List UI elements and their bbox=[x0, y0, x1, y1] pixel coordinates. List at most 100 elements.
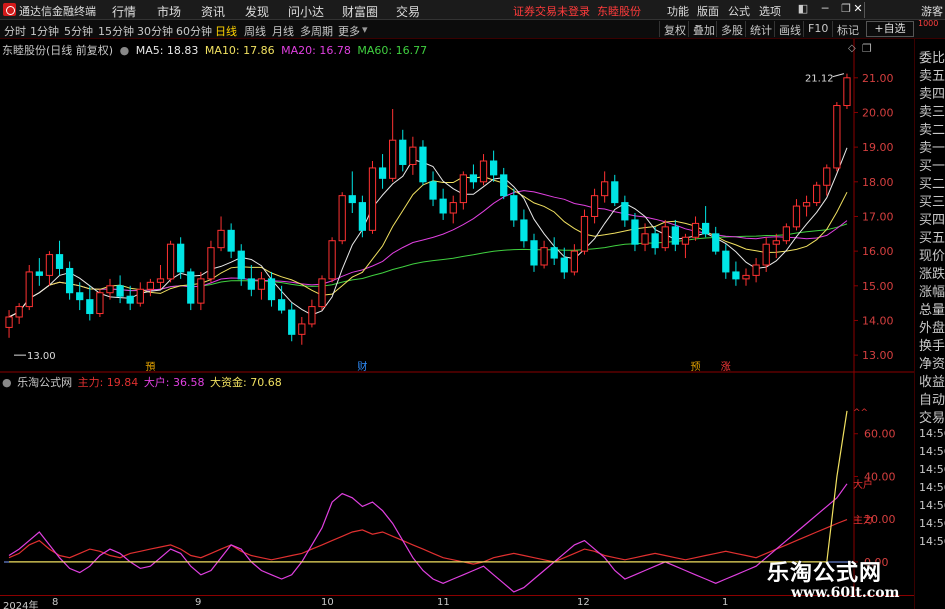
side-item[interactable]: 买一 bbox=[919, 155, 945, 174]
candle-body bbox=[126, 295, 134, 304]
side-item[interactable]: 现价 bbox=[919, 245, 945, 264]
high-pointer bbox=[832, 73, 845, 78]
candle-body bbox=[762, 243, 770, 266]
candle-body bbox=[409, 146, 417, 165]
price-tick-label: 13.00 bbox=[862, 349, 894, 362]
price-tick-label: 21.00 bbox=[862, 72, 894, 85]
candle-body bbox=[510, 195, 518, 221]
menu-item-assistant[interactable]: 问小达 bbox=[288, 3, 324, 20]
add-watchlist-button[interactable]: +自选 bbox=[866, 21, 914, 37]
period-5min[interactable]: 5分钟 bbox=[64, 23, 93, 39]
mark-button[interactable]: 标记 bbox=[832, 21, 862, 37]
period-30min[interactable]: 30分钟 bbox=[137, 23, 173, 39]
adjust-button[interactable]: 复权 bbox=[659, 21, 689, 37]
menu-item-function[interactable]: 功能 bbox=[667, 3, 689, 19]
side-item[interactable]: 收益 bbox=[919, 371, 945, 390]
period-15min[interactable]: 15分钟 bbox=[98, 23, 134, 39]
candle-body bbox=[792, 205, 801, 228]
period-daily[interactable]: 日线 bbox=[215, 23, 237, 39]
menu-item-formula[interactable]: 公式 bbox=[728, 3, 750, 19]
menu-item-market[interactable]: 市场 bbox=[157, 3, 181, 20]
menu-item-news[interactable]: 资讯 bbox=[201, 3, 225, 20]
period-monthly[interactable]: 月线 bbox=[272, 23, 294, 39]
close-icon[interactable]: ✕ bbox=[851, 2, 865, 16]
side-item[interactable]: 卖五 bbox=[919, 65, 945, 84]
candle-body bbox=[752, 264, 760, 276]
period-weekly[interactable]: 周线 bbox=[244, 23, 266, 39]
candle-body bbox=[197, 278, 205, 304]
candle-body bbox=[65, 267, 74, 294]
period-toolbar: 分时 1分钟 5分钟 15分钟 30分钟 60分钟 日线 周线 月线 多周期 更… bbox=[0, 20, 945, 39]
side-item[interactable]: 交易 bbox=[919, 407, 945, 426]
menu-item-community[interactable]: 财富圈 bbox=[342, 3, 378, 20]
trade-login-notice[interactable]: 证券交易未登录 东睦股份 bbox=[513, 3, 641, 19]
bigholder-end-label: 大户 bbox=[853, 478, 873, 491]
side-item[interactable]: 卖二 bbox=[919, 119, 945, 138]
mainforce-legend: 主力: 19.84 bbox=[77, 376, 139, 389]
candle-body bbox=[227, 229, 235, 252]
candle-body bbox=[802, 202, 811, 207]
candle-body bbox=[45, 254, 54, 276]
badge-count: 1000 bbox=[918, 19, 939, 28]
low-label: 13.00 bbox=[27, 351, 56, 362]
menu-item-discover[interactable]: 发现 bbox=[245, 3, 269, 20]
candle-body bbox=[25, 271, 33, 308]
f10-button[interactable]: F10 bbox=[803, 21, 831, 37]
candle-body bbox=[489, 160, 498, 176]
candle-body bbox=[722, 250, 730, 273]
price-chart[interactable]: 21.00 20.00 19.00 18.00 17.00 16.00 15.00 14.00… bbox=[0, 39, 945, 609]
tick-time: 14:56 bbox=[919, 463, 945, 476]
menu-item-quotes[interactable]: 行情 bbox=[112, 3, 136, 20]
side-item[interactable]: 买四 bbox=[919, 209, 945, 228]
side-item[interactable]: 卖一 bbox=[919, 137, 945, 156]
notice-stock: 东睦股份 bbox=[597, 5, 641, 18]
side-item[interactable]: 委比 bbox=[919, 47, 945, 66]
side-item[interactable]: 总量 bbox=[919, 299, 945, 318]
more-dropdown-icon[interactable]: ▾ bbox=[362, 23, 368, 36]
period-more[interactable]: 更多 bbox=[338, 23, 360, 39]
side-item[interactable]: 买二 bbox=[919, 173, 945, 192]
tick-time: 14:56 bbox=[919, 535, 945, 548]
candle-body bbox=[207, 247, 215, 280]
multistock-button[interactable]: 多股 bbox=[716, 21, 746, 37]
stats-button[interactable]: 统计 bbox=[745, 21, 775, 37]
side-item[interactable]: 自动 bbox=[919, 389, 945, 408]
skin-icon[interactable]: ◧ bbox=[796, 2, 810, 16]
side-item[interactable]: 卖四 bbox=[919, 83, 945, 102]
bigfund-legend: 大资金: 70.68 bbox=[210, 376, 282, 389]
side-item[interactable]: 涨跌 bbox=[919, 263, 945, 282]
menu-item-trade[interactable]: 交易 bbox=[396, 3, 420, 20]
candle-body bbox=[479, 160, 488, 183]
menubar: 通达信金融终端 行情 市场 资讯 发现 问小达 财富圈 交易 证券交易未登录 东… bbox=[0, 0, 945, 20]
candle-body bbox=[540, 247, 548, 266]
side-item[interactable]: 买五 bbox=[919, 227, 945, 246]
candle-body bbox=[187, 271, 195, 304]
menu-item-layout[interactable]: 版面 bbox=[697, 3, 719, 19]
ma5-legend: MA5: 18.83 bbox=[135, 44, 199, 57]
side-item[interactable]: 涨幅 bbox=[919, 281, 945, 300]
tick-time: 14:56 bbox=[919, 481, 945, 494]
draw-button[interactable]: 画线 bbox=[774, 21, 804, 37]
period-60min[interactable]: 60分钟 bbox=[176, 23, 212, 39]
ma60-legend: MA60: 16.77 bbox=[357, 44, 428, 57]
overlay-button[interactable]: 叠加 bbox=[688, 21, 718, 37]
side-item[interactable]: 买三 bbox=[919, 191, 945, 210]
menu-item-options[interactable]: 选项 bbox=[759, 3, 781, 19]
candle-body bbox=[823, 167, 831, 186]
side-item[interactable]: 卖三 bbox=[919, 101, 945, 120]
candle-body bbox=[237, 250, 245, 280]
candle-body bbox=[288, 309, 296, 335]
side-item[interactable]: 外盘 bbox=[919, 317, 945, 336]
minimize-icon[interactable]: ─ bbox=[818, 2, 832, 16]
candle-body bbox=[177, 243, 185, 273]
candle-body bbox=[621, 202, 629, 221]
side-item[interactable]: 净资 bbox=[919, 353, 945, 372]
period-multi[interactable]: 多周期 bbox=[300, 23, 333, 39]
period-timeshare[interactable]: 分时 bbox=[4, 23, 26, 39]
side-item[interactable]: 换手 bbox=[919, 335, 945, 354]
period-1min[interactable]: 1分钟 bbox=[30, 23, 59, 39]
guest-label[interactable]: 游客 bbox=[921, 3, 943, 19]
candle-body bbox=[96, 292, 104, 315]
ma5-line bbox=[8, 147, 848, 318]
candle-body bbox=[419, 146, 427, 183]
